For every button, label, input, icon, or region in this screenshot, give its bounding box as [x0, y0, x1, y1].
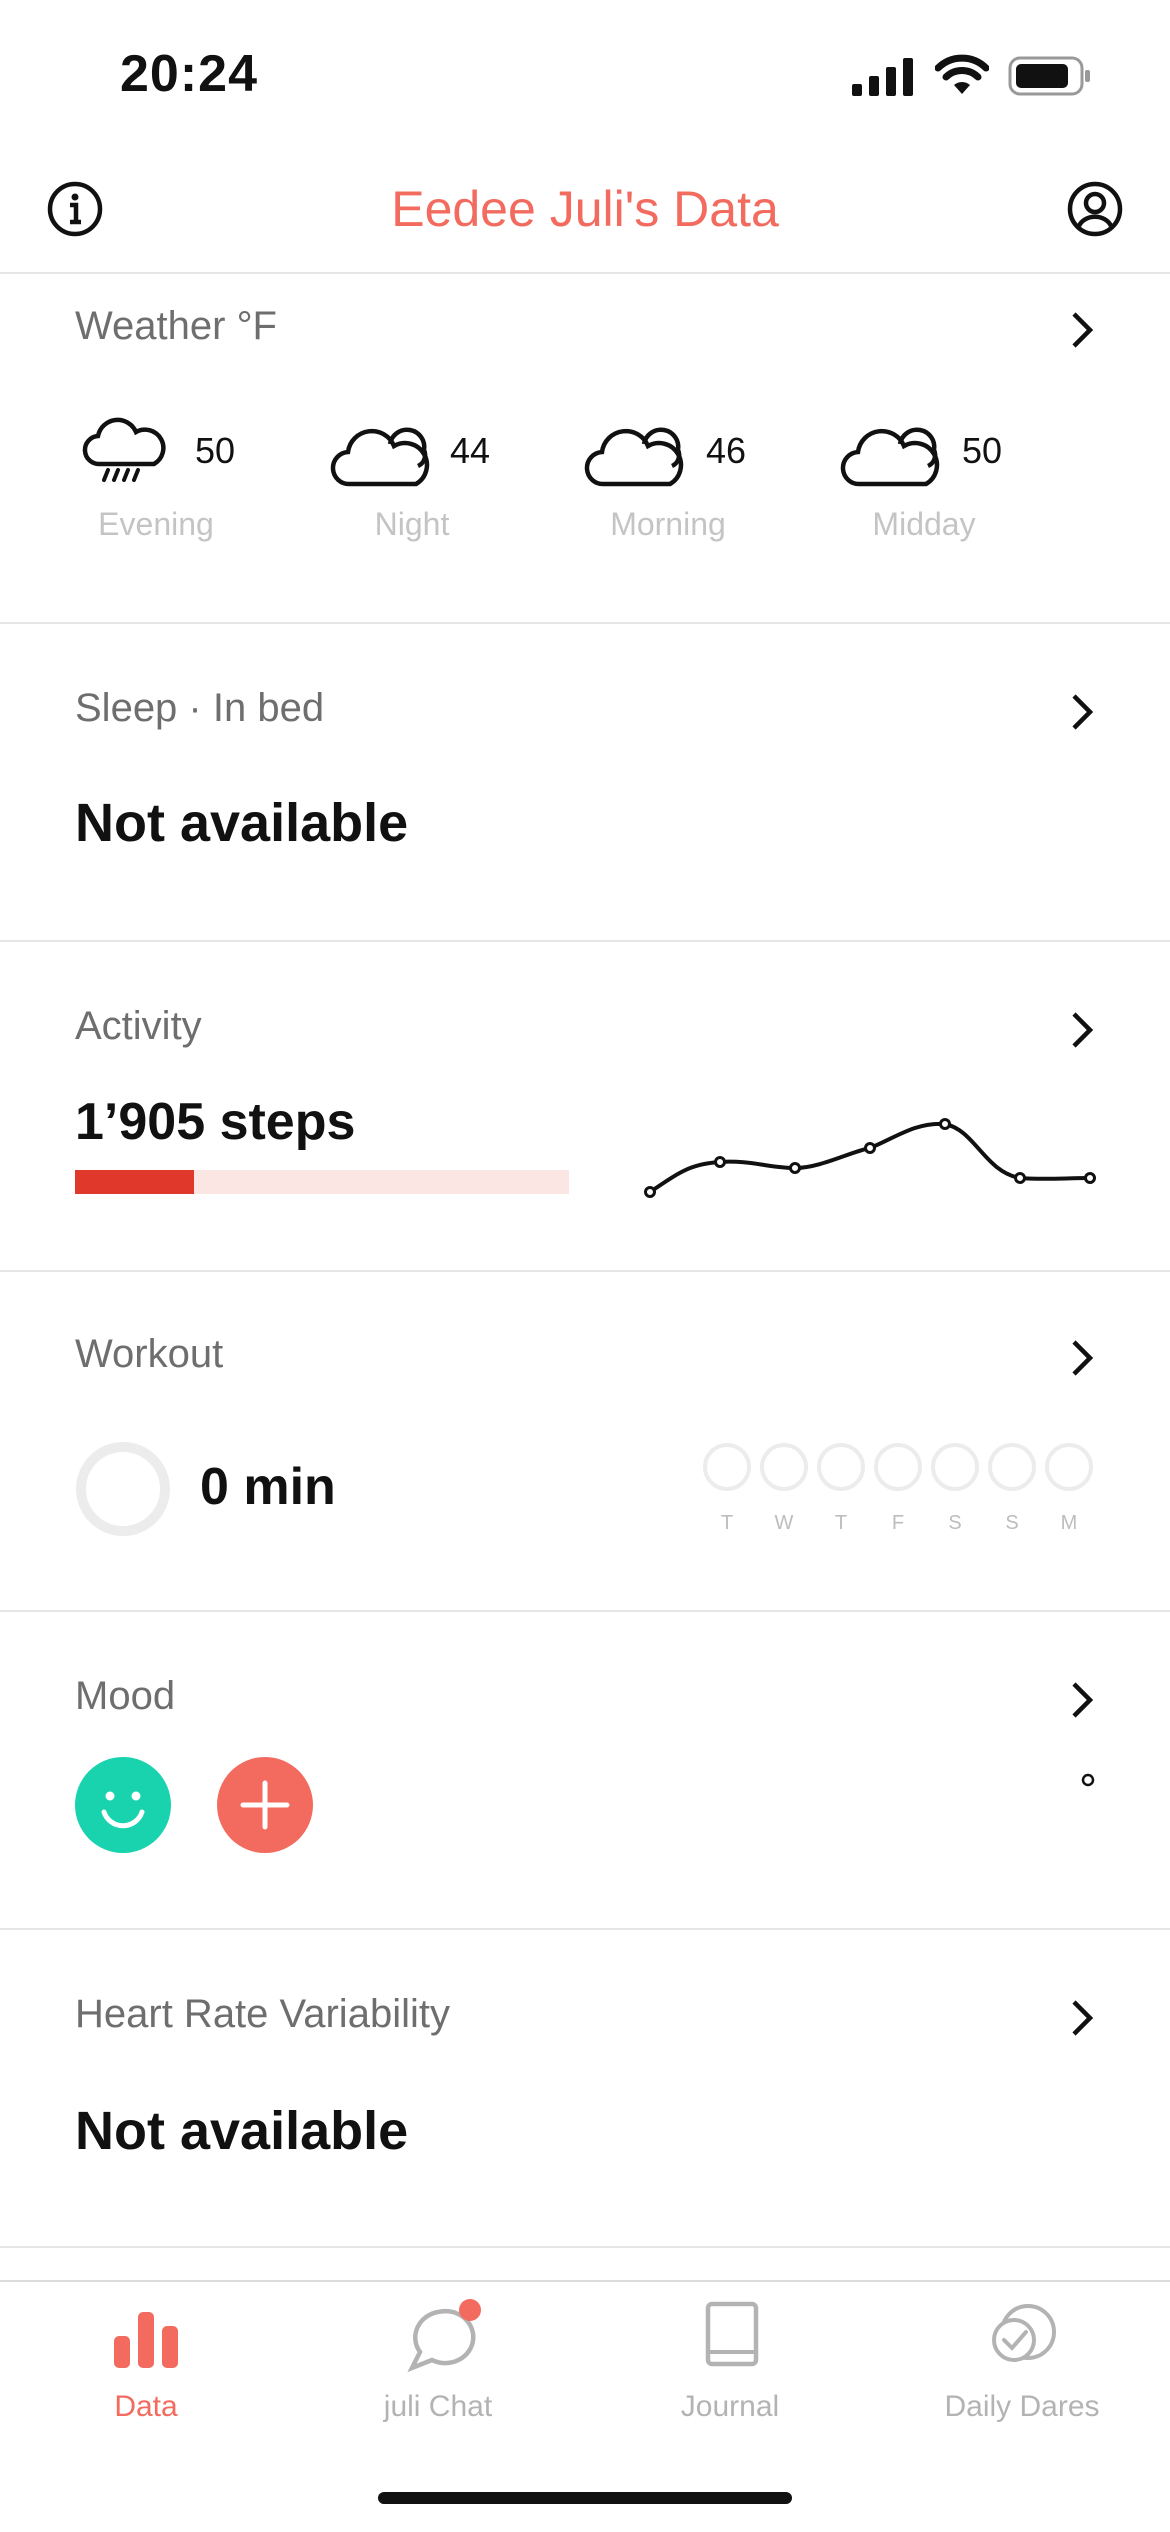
profile-icon[interactable]	[1066, 180, 1124, 238]
battery-icon	[1008, 56, 1090, 96]
weather-label: Evening	[98, 506, 214, 542]
steps-progress-bar	[75, 1170, 569, 1194]
workout-title: Workout	[75, 1332, 224, 1376]
tab-label: Daily Dares	[944, 2390, 1100, 2423]
weather-title: Weather °F	[75, 304, 277, 348]
hrv-card[interactable]: Heart Rate Variability Not available	[0, 1930, 1170, 2248]
weather-label: Midday	[872, 506, 976, 542]
weekday-label: T	[720, 1512, 734, 1534]
weather-label: Morning	[610, 506, 726, 542]
weather-label: Night	[374, 506, 450, 542]
signal-icon	[852, 58, 913, 96]
steps-value: 1’905 steps	[75, 1093, 356, 1151]
weekday-label: F	[891, 1512, 905, 1534]
cloud-icon	[584, 427, 684, 487]
weather-temp: 44	[450, 430, 491, 471]
steps-progress-fill	[75, 1170, 194, 1194]
activity-title: Activity	[75, 1004, 202, 1048]
weekday-label: S	[948, 1512, 962, 1534]
wifi-icon	[935, 54, 989, 94]
chevron-right-icon[interactable]	[1068, 310, 1098, 350]
tab-daily-dares[interactable]: Daily Dares	[876, 2280, 1168, 2430]
mood-title: Mood	[75, 1674, 176, 1718]
chat-bubble-icon	[407, 2299, 481, 2373]
tab-juli-chat[interactable]: juli Chat	[292, 2280, 584, 2430]
mood-dot	[1081, 1773, 1095, 1787]
workout-ring	[76, 1442, 170, 1536]
weekday-label: W	[774, 1512, 794, 1534]
workout-value: 0 min	[200, 1458, 336, 1516]
check-circle-icon	[992, 2304, 1056, 2362]
tab-label: Data	[114, 2390, 178, 2423]
chevron-right-icon[interactable]	[1068, 1680, 1098, 1720]
chevron-right-icon[interactable]	[1068, 1010, 1098, 1050]
sleep-card[interactable]: Sleep · In bed Not available	[0, 624, 1170, 942]
page-title: Eedee Juli's Data	[391, 181, 779, 237]
status-bar: 20:24	[0, 0, 1170, 150]
tab-label: Journal	[680, 2390, 780, 2423]
cloud-icon	[840, 427, 940, 487]
weather-card[interactable]: Weather °F 50 Evening 44 Night 46 Mornin…	[0, 274, 1170, 624]
weekday-label: S	[1005, 1512, 1019, 1534]
cloud-rain-moon-icon	[82, 417, 166, 482]
steps-trend-chart	[644, 1118, 1096, 1198]
weather-temp: 50	[195, 430, 236, 471]
mood-card[interactable]: Mood	[0, 1612, 1170, 1930]
weekday-label: M	[1060, 1512, 1078, 1534]
weekly-rings	[703, 1443, 1093, 1491]
weather-temp: 46	[706, 430, 747, 471]
hrv-title: Heart Rate Variability	[75, 1992, 450, 2036]
cloud-icon	[330, 427, 430, 487]
chevron-right-icon[interactable]	[1068, 1998, 1098, 2038]
top-bar: Eedee Juli's Data	[0, 150, 1170, 274]
hrv-value: Not available	[75, 2101, 409, 2161]
add-mood-button[interactable]	[216, 1756, 314, 1854]
home-indicator	[378, 2492, 792, 2504]
weather-temp: 50	[962, 430, 1003, 471]
sleep-title: Sleep · In bed	[75, 686, 325, 730]
smiley-icon[interactable]	[74, 1756, 172, 1854]
book-icon	[705, 2301, 759, 2367]
bar-chart-icon	[114, 2312, 178, 2368]
tab-data[interactable]: Data	[0, 2280, 292, 2430]
workout-card[interactable]: Workout 0 min	[0, 1272, 1170, 1612]
tab-journal[interactable]: Journal	[584, 2280, 876, 2430]
sleep-value: Not available	[75, 793, 409, 853]
chevron-right-icon[interactable]	[1068, 1338, 1098, 1378]
weekday-label: T	[834, 1512, 848, 1534]
activity-card[interactable]: Activity 1’905 steps	[0, 942, 1170, 1272]
status-time: 20:24	[120, 45, 258, 103]
chevron-right-icon[interactable]	[1068, 692, 1098, 732]
tab-label: juli Chat	[383, 2390, 493, 2423]
